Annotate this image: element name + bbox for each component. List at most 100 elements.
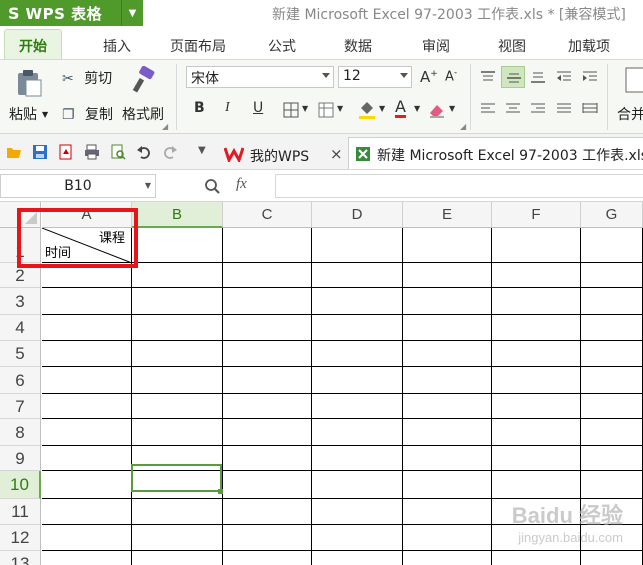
cell-g2[interactable] xyxy=(581,263,643,288)
underline-button[interactable]: U xyxy=(253,100,263,116)
cell-g10[interactable] xyxy=(581,471,643,499)
cell-e7[interactable] xyxy=(403,394,492,419)
cell-d5[interactable] xyxy=(312,341,403,367)
cell-g1[interactable] xyxy=(581,228,643,263)
font-color-dropdown-icon[interactable]: ▼ xyxy=(414,104,420,113)
column-header-e[interactable]: E xyxy=(403,202,492,228)
decrease-indent-icon[interactable] xyxy=(556,70,572,84)
cell-g13[interactable] xyxy=(581,551,643,565)
cell-e5[interactable] xyxy=(403,341,492,367)
cell-b1[interactable] xyxy=(132,228,223,263)
cell-c8[interactable] xyxy=(223,419,312,446)
row-header-10[interactable]: 10 xyxy=(0,471,41,499)
print-preview-icon[interactable] xyxy=(110,144,126,160)
cell-f6[interactable] xyxy=(492,367,581,394)
font-size-select[interactable]: 12 xyxy=(338,66,412,88)
formula-input[interactable] xyxy=(275,174,643,198)
cell-c3[interactable] xyxy=(223,288,312,315)
cell-e6[interactable] xyxy=(403,367,492,394)
cell-e12[interactable] xyxy=(403,525,492,551)
cell-g5[interactable] xyxy=(581,341,643,367)
close-icon[interactable]: × xyxy=(330,145,343,163)
cell-c9[interactable] xyxy=(223,446,312,471)
cell-c13[interactable] xyxy=(223,551,312,565)
cell-b3[interactable] xyxy=(132,288,223,315)
italic-button[interactable]: I xyxy=(225,100,230,116)
active-cell-b10[interactable] xyxy=(131,464,222,492)
cell-e13[interactable] xyxy=(403,551,492,565)
cell-d11[interactable] xyxy=(312,499,403,525)
increase-indent-icon[interactable] xyxy=(582,70,598,84)
cell-f1[interactable] xyxy=(492,228,581,263)
clear-format-dropdown-icon[interactable]: ▼ xyxy=(449,104,455,113)
cell-c5[interactable] xyxy=(223,341,312,367)
cell-a9[interactable] xyxy=(42,446,132,471)
cell-a7[interactable] xyxy=(42,394,132,419)
cell-b7[interactable] xyxy=(132,394,223,419)
row-header-3[interactable]: 3 xyxy=(0,288,41,315)
tab-data[interactable]: 数据 xyxy=(344,36,372,56)
cell-d13[interactable] xyxy=(312,551,403,565)
bold-button[interactable]: B xyxy=(194,100,205,116)
row-header-12[interactable]: 12 xyxy=(0,525,41,551)
cell-b12[interactable] xyxy=(132,525,223,551)
cell-c1[interactable] xyxy=(223,228,312,263)
merge-cells-icon[interactable] xyxy=(625,66,643,96)
cell-c2[interactable] xyxy=(223,263,312,288)
print-icon[interactable] xyxy=(84,144,100,160)
row-header-9[interactable]: 9 xyxy=(0,446,41,471)
cell-c6[interactable] xyxy=(223,367,312,394)
distributed-align-icon[interactable] xyxy=(582,102,598,116)
cell-a12[interactable] xyxy=(42,525,132,551)
cell-a4[interactable] xyxy=(42,315,132,341)
row-header-8[interactable]: 8 xyxy=(0,419,41,446)
cell-a11[interactable] xyxy=(42,499,132,525)
cut-button[interactable]: ✂ 剪切 xyxy=(62,68,112,88)
column-header-f[interactable]: F xyxy=(492,202,581,228)
cell-a6[interactable] xyxy=(42,367,132,394)
increase-font-size-icon[interactable]: A+ xyxy=(420,68,438,86)
cell-e2[interactable] xyxy=(403,263,492,288)
open-folder-icon[interactable] xyxy=(6,144,22,160)
row-header-4[interactable]: 4 xyxy=(0,315,41,341)
cell-e1[interactable] xyxy=(403,228,492,263)
column-header-c[interactable]: C xyxy=(223,202,312,228)
fill-handle[interactable] xyxy=(218,489,223,494)
cell-b2[interactable] xyxy=(132,263,223,288)
tab-addins[interactable]: 加载项 xyxy=(568,36,610,56)
merge-button[interactable]: 合并 xyxy=(617,104,643,124)
cell-f10[interactable] xyxy=(492,471,581,499)
align-center-icon[interactable] xyxy=(505,102,521,116)
cell-f5[interactable] xyxy=(492,341,581,367)
cell-e9[interactable] xyxy=(403,446,492,471)
align-right-icon[interactable] xyxy=(530,102,546,116)
cell-a10[interactable] xyxy=(42,471,132,499)
cell-f3[interactable] xyxy=(492,288,581,315)
cell-format-dropdown-icon[interactable]: ▼ xyxy=(337,104,343,113)
tab-insert[interactable]: 插入 xyxy=(103,36,131,56)
cell-c11[interactable] xyxy=(223,499,312,525)
name-box-dropdown-icon[interactable]: ▼ xyxy=(145,175,151,197)
paste-button[interactable]: 粘贴 xyxy=(9,104,37,124)
format-painter-button[interactable]: 格式刷 xyxy=(122,104,164,124)
align-top-icon[interactable] xyxy=(480,70,496,84)
column-header-d[interactable]: D xyxy=(312,202,403,228)
cell-f9[interactable] xyxy=(492,446,581,471)
cell-c4[interactable] xyxy=(223,315,312,341)
cell-d7[interactable] xyxy=(312,394,403,419)
cell-c10[interactable] xyxy=(223,471,312,499)
cell-b4[interactable] xyxy=(132,315,223,341)
borders-icon[interactable] xyxy=(283,102,299,118)
tab-review[interactable]: 审阅 xyxy=(422,36,450,56)
column-header-g[interactable]: G xyxy=(581,202,643,228)
justify-icon[interactable] xyxy=(556,102,572,116)
cell-g7[interactable] xyxy=(581,394,643,419)
cell-format-icon[interactable] xyxy=(318,102,334,118)
export-pdf-icon[interactable] xyxy=(58,144,74,160)
cell-g8[interactable] xyxy=(581,419,643,446)
cell-e3[interactable] xyxy=(403,288,492,315)
cell-b13[interactable] xyxy=(132,551,223,565)
cell-f13[interactable] xyxy=(492,551,581,565)
tab-formulas[interactable]: 公式 xyxy=(268,36,296,56)
cell-b6[interactable] xyxy=(132,367,223,394)
